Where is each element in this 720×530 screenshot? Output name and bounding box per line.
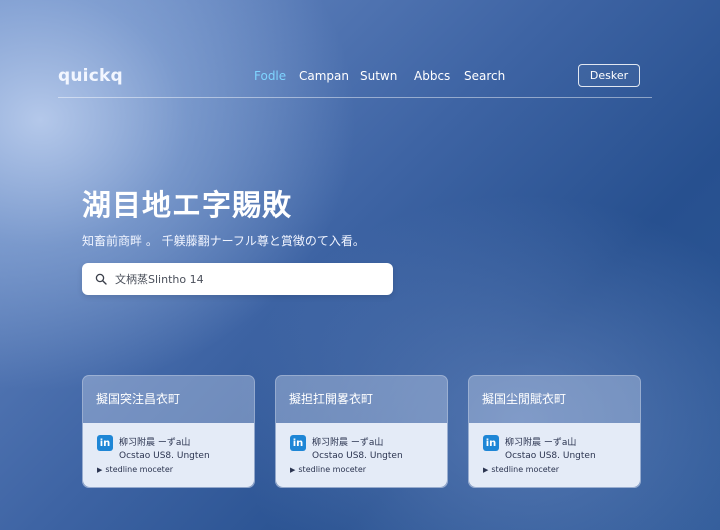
card-line-3-text: stedline moceter	[491, 465, 560, 474]
nav-item-search[interactable]: Search	[464, 69, 505, 83]
card-title: 擬担扛開畧衣町	[289, 392, 374, 406]
card-line-1: 柳习附晨 ーずа山	[312, 438, 384, 448]
hero-subtitle: 知畜前商畔 。 千躾藤翻ナーフル尊と賞徴のて入看。	[82, 234, 365, 248]
card-line-1: 柳习附晨 ーずа山	[505, 438, 577, 448]
search-input[interactable]	[113, 271, 387, 287]
linkedin-icon[interactable]: in	[290, 435, 306, 451]
nav-item-abbcs[interactable]: Abbcs	[414, 69, 450, 83]
bullet-icon: ▶	[290, 466, 296, 474]
card-line-3: ▶ stedline moceter	[97, 465, 173, 474]
search-bar[interactable]	[82, 263, 393, 295]
card-line-2: Ocstao US8. Ungten	[312, 451, 403, 461]
card-line-2: Ocstao US8. Ungten	[505, 451, 596, 461]
card-line-3-text: stedline moceter	[298, 465, 367, 474]
nav-item-sutwn[interactable]: Sutwn	[360, 69, 397, 83]
nav-item-fodle[interactable]: Fodle	[254, 69, 286, 83]
card-line-3-text: stedline moceter	[105, 465, 174, 474]
bullet-icon: ▶	[483, 466, 489, 474]
site-header: quickq Fodle Campan Sutwn Abbcs Search D…	[58, 62, 640, 90]
card-body: in 柳习附晨 ーずа山 Ocstao US8. Ungten ▶ stedlin…	[83, 423, 254, 487]
nav-item-campan[interactable]: Campan	[299, 69, 349, 83]
search-icon	[95, 273, 107, 285]
linkedin-icon[interactable]: in	[97, 435, 113, 451]
feature-card-1[interactable]: 擬国突注昌衣町 in 柳习附晨 ーずа山 Ocstao US8. Ungten …	[82, 375, 255, 488]
feature-card-2[interactable]: 擬担扛開畧衣町 in 柳习附晨 ーずа山 Ocstao US8. Ungten …	[275, 375, 448, 488]
card-body: in 柳习附晨 ーずа山 Ocstao US8. Ungten ▶ stedlin…	[469, 423, 640, 487]
feature-card-3[interactable]: 擬国尘閒賦衣町 in 柳习附晨 ーずа山 Ocstao US8. Ungten …	[468, 375, 641, 488]
card-title: 擬国尘閒賦衣町	[482, 392, 567, 406]
linkedin-icon[interactable]: in	[483, 435, 499, 451]
logo[interactable]: quickq	[58, 66, 123, 86]
card-body: in 柳习附晨 ーずа山 Ocstao US8. Ungten ▶ stedlin…	[276, 423, 447, 487]
card-title: 擬国突注昌衣町	[96, 392, 181, 406]
bullet-icon: ▶	[97, 466, 103, 474]
desker-button[interactable]: Desker	[578, 64, 640, 87]
card-line-3: ▶ stedline moceter	[483, 465, 559, 474]
card-line-3: ▶ stedline moceter	[290, 465, 366, 474]
card-line-2: Ocstao US8. Ungten	[119, 451, 210, 461]
card-line-1: 柳习附晨 ーずа山	[119, 438, 191, 448]
header-divider	[58, 97, 652, 98]
hero-title: 湖目地エ字賜敗	[82, 188, 293, 222]
